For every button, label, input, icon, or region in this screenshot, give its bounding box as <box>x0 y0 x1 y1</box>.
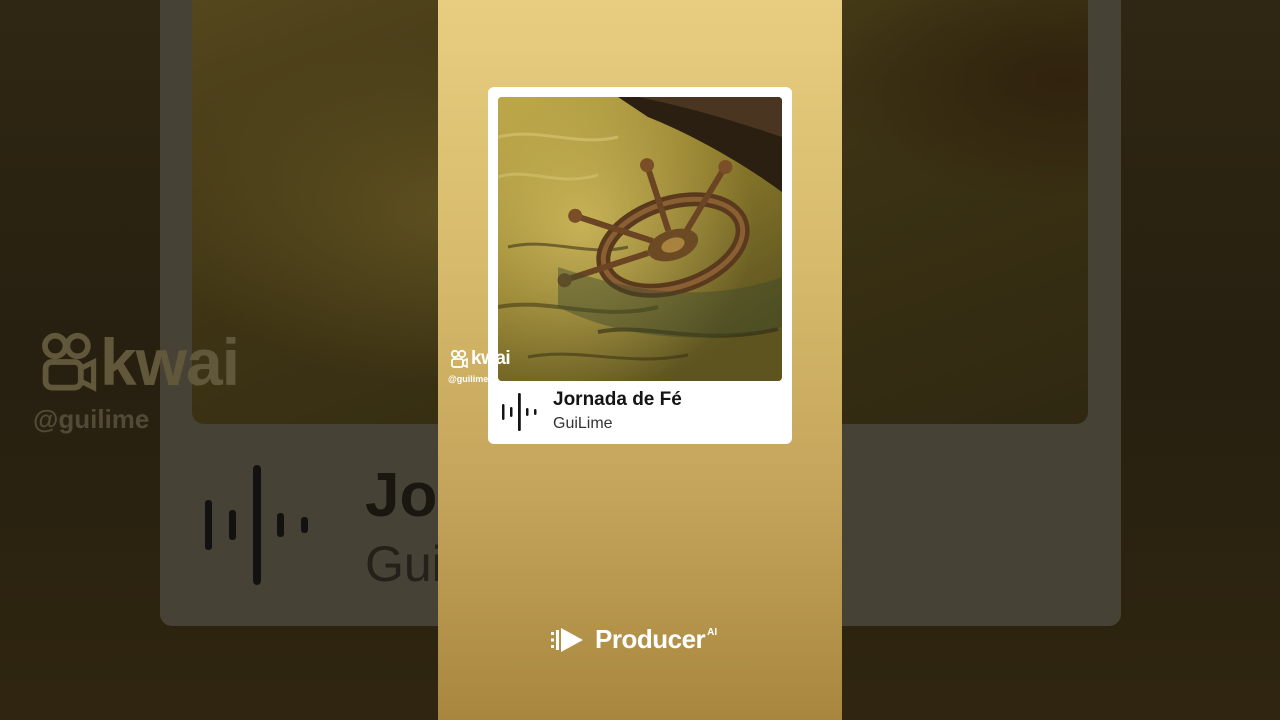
video-frame: Jornada de Fé GuiLime kwai @guilime Prod… <box>438 0 842 720</box>
kwai-handle: @guilime <box>448 374 489 384</box>
kwai-brand: kwai <box>471 348 511 369</box>
producer-ai-branding: Producer AI <box>551 624 717 655</box>
album-artwork <box>498 97 782 381</box>
waveform-icon <box>502 393 537 431</box>
now-playing-card: Jornada de Fé GuiLime <box>488 87 792 444</box>
track-artist: GuiLime <box>553 415 613 432</box>
producer-name: Producer <box>595 624 706 654</box>
producer-ai-superscript: AI <box>707 627 718 638</box>
kwai-logo-icon <box>450 349 468 369</box>
ship-wheel-artwork-image <box>498 97 782 381</box>
track-title: Jornada de Fé <box>553 389 682 410</box>
producer-play-icon <box>551 627 583 652</box>
kwai-watermark: kwai <box>449 348 511 370</box>
